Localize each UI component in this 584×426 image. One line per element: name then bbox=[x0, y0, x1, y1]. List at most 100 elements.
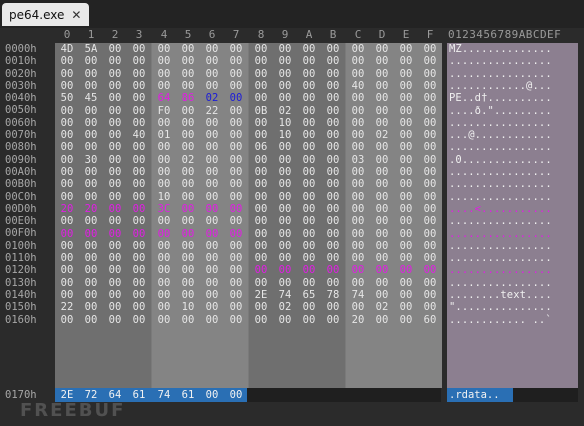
hex-byte[interactable]: 00 bbox=[249, 191, 273, 203]
hex-byte[interactable]: 00 bbox=[418, 178, 442, 190]
hex-byte[interactable]: 00 bbox=[273, 277, 297, 289]
hex-byte[interactable]: 10 bbox=[176, 301, 200, 313]
hex-byte[interactable]: 00 bbox=[176, 252, 200, 264]
hex-byte[interactable]: 00 bbox=[394, 117, 418, 129]
hex-byte[interactable]: 00 bbox=[103, 203, 127, 215]
hex-byte[interactable]: 00 bbox=[176, 240, 200, 252]
hex-byte[interactable]: 00 bbox=[224, 301, 248, 313]
hex-byte[interactable]: 00 bbox=[224, 68, 248, 80]
hex-byte[interactable]: 00 bbox=[200, 215, 224, 227]
hex-byte[interactable]: 3C bbox=[152, 203, 176, 215]
hex-byte[interactable]: 00 bbox=[297, 55, 321, 67]
hex-byte[interactable]: 00 bbox=[152, 166, 176, 178]
hex-byte[interactable]: 00 bbox=[297, 191, 321, 203]
hex-byte[interactable]: 00 bbox=[79, 178, 103, 190]
hex-byte[interactable]: 00 bbox=[297, 228, 321, 240]
hex-byte[interactable]: 74 bbox=[346, 289, 370, 301]
hex-byte[interactable]: 00 bbox=[103, 43, 127, 55]
hex-byte[interactable]: 00 bbox=[224, 252, 248, 264]
hex-byte[interactable]: 00 bbox=[224, 215, 248, 227]
hex-byte[interactable]: 00 bbox=[200, 388, 224, 402]
hex-byte[interactable]: 00 bbox=[346, 166, 370, 178]
hex-byte[interactable]: 86 bbox=[176, 92, 200, 104]
hex-byte[interactable]: 00 bbox=[297, 166, 321, 178]
hex-byte[interactable]: 00 bbox=[152, 80, 176, 92]
hex-byte[interactable]: 00 bbox=[152, 178, 176, 190]
hex-byte[interactable]: 00 bbox=[321, 191, 345, 203]
hex-byte[interactable]: 0B bbox=[249, 105, 273, 117]
hex-byte[interactable]: 00 bbox=[370, 203, 394, 215]
hex-byte[interactable]: 00 bbox=[370, 215, 394, 227]
hex-byte[interactable]: 00 bbox=[418, 289, 442, 301]
hex-byte[interactable]: 00 bbox=[224, 178, 248, 190]
hex-byte[interactable]: 22 bbox=[55, 301, 79, 313]
hex-byte[interactable]: 00 bbox=[176, 43, 200, 55]
hex-byte[interactable]: 00 bbox=[79, 314, 103, 326]
hex-byte[interactable]: 00 bbox=[249, 314, 273, 326]
hex-byte[interactable]: 00 bbox=[370, 92, 394, 104]
hex-byte[interactable]: 00 bbox=[370, 105, 394, 117]
hex-byte[interactable]: 00 bbox=[224, 264, 248, 276]
hex-byte[interactable]: 00 bbox=[103, 215, 127, 227]
hex-byte[interactable]: 00 bbox=[321, 105, 345, 117]
hex-byte[interactable]: 00 bbox=[103, 264, 127, 276]
hex-byte[interactable]: 00 bbox=[273, 166, 297, 178]
hex-byte[interactable]: 00 bbox=[321, 117, 345, 129]
hex-byte[interactable]: 00 bbox=[418, 240, 442, 252]
hex-byte[interactable]: 00 bbox=[55, 80, 79, 92]
hex-byte[interactable]: 00 bbox=[127, 301, 151, 313]
hex-byte[interactable]: 00 bbox=[103, 178, 127, 190]
hex-byte[interactable]: 00 bbox=[127, 228, 151, 240]
hex-byte[interactable]: 00 bbox=[224, 191, 248, 203]
hex-byte[interactable]: 00 bbox=[176, 166, 200, 178]
hex-byte[interactable]: 00 bbox=[370, 117, 394, 129]
hex-byte[interactable]: 00 bbox=[79, 301, 103, 313]
hex-byte[interactable]: 00 bbox=[103, 191, 127, 203]
hex-byte[interactable]: 00 bbox=[370, 166, 394, 178]
hex-byte[interactable]: 00 bbox=[418, 252, 442, 264]
hex-byte[interactable]: 20 bbox=[79, 203, 103, 215]
hex-byte[interactable]: 00 bbox=[103, 252, 127, 264]
hex-byte[interactable]: 00 bbox=[200, 264, 224, 276]
hex-byte[interactable]: 00 bbox=[249, 178, 273, 190]
hex-byte[interactable]: 00 bbox=[297, 80, 321, 92]
hex-byte[interactable]: 00 bbox=[297, 264, 321, 276]
hex-byte[interactable]: 00 bbox=[224, 314, 248, 326]
hex-byte[interactable]: 02 bbox=[370, 129, 394, 141]
hex-byte[interactable]: 00 bbox=[418, 228, 442, 240]
hex-byte[interactable]: 00 bbox=[200, 166, 224, 178]
hex-byte[interactable]: 00 bbox=[103, 154, 127, 166]
hex-byte[interactable]: 00 bbox=[394, 154, 418, 166]
hex-byte[interactable]: 00 bbox=[127, 252, 151, 264]
hex-byte[interactable]: 00 bbox=[103, 129, 127, 141]
hex-byte[interactable]: 00 bbox=[394, 240, 418, 252]
hex-byte[interactable]: 00 bbox=[200, 129, 224, 141]
hex-byte[interactable]: 00 bbox=[55, 178, 79, 190]
hex-byte[interactable]: 00 bbox=[200, 301, 224, 313]
hex-byte[interactable]: 00 bbox=[79, 191, 103, 203]
hex-byte[interactable]: 00 bbox=[321, 178, 345, 190]
hex-byte[interactable]: 00 bbox=[273, 55, 297, 67]
hex-byte[interactable]: 00 bbox=[418, 68, 442, 80]
hex-byte[interactable]: 00 bbox=[224, 277, 248, 289]
hex-byte[interactable]: 00 bbox=[297, 178, 321, 190]
hex-byte[interactable]: 00 bbox=[152, 154, 176, 166]
hex-byte[interactable]: 00 bbox=[297, 240, 321, 252]
hex-byte[interactable]: 00 bbox=[346, 240, 370, 252]
hex-byte[interactable]: 00 bbox=[176, 264, 200, 276]
hex-byte[interactable]: 00 bbox=[152, 215, 176, 227]
hex-byte[interactable]: 00 bbox=[249, 215, 273, 227]
hex-byte[interactable]: 40 bbox=[346, 80, 370, 92]
hex-byte[interactable]: 00 bbox=[103, 105, 127, 117]
hex-byte[interactable]: 00 bbox=[346, 129, 370, 141]
hex-byte[interactable]: 00 bbox=[103, 289, 127, 301]
hex-byte[interactable]: 64 bbox=[152, 92, 176, 104]
hex-byte[interactable]: 00 bbox=[346, 215, 370, 227]
hex-byte[interactable]: 00 bbox=[55, 117, 79, 129]
hex-byte[interactable]: 00 bbox=[394, 203, 418, 215]
hex-byte[interactable]: 01 bbox=[152, 129, 176, 141]
hex-byte[interactable]: 00 bbox=[321, 43, 345, 55]
hex-byte[interactable]: 00 bbox=[127, 215, 151, 227]
hex-byte[interactable]: 00 bbox=[394, 289, 418, 301]
hex-byte[interactable]: 00 bbox=[176, 117, 200, 129]
